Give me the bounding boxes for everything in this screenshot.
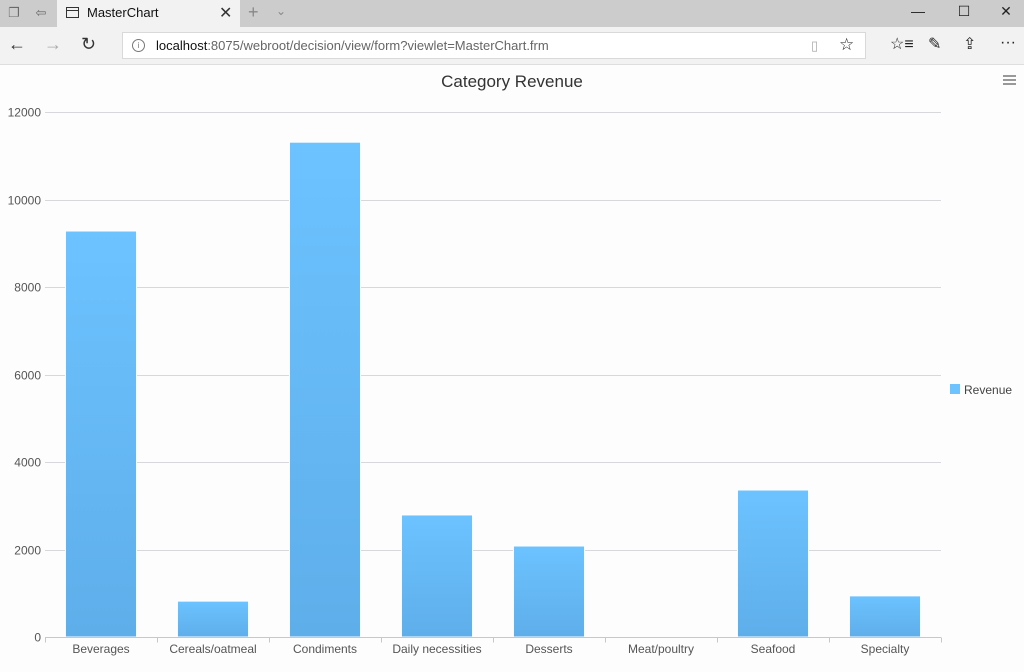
- tab-masterchart[interactable]: MasterChart ✕: [57, 0, 240, 27]
- x-tick-label: Daily necessities: [392, 642, 481, 656]
- new-tab-icon[interactable]: +: [248, 2, 259, 23]
- close-icon[interactable]: ✕: [219, 3, 232, 23]
- x-tick-label: Seafood: [751, 642, 796, 656]
- bar[interactable]: [512, 545, 586, 638]
- tab-dropdown-icon[interactable]: ⌄: [276, 4, 286, 18]
- favorites-hub-icon[interactable]: ☆≡: [890, 34, 914, 54]
- maximize-icon[interactable]: ☐: [954, 3, 974, 20]
- info-icon[interactable]: i: [132, 39, 145, 52]
- x-tick-label: Meat/poultry: [628, 642, 694, 656]
- bar-chart: Category Revenue 0 2000 4000 6000 8000 10000 1…: [8, 72, 1013, 656]
- x-tick-label: Desserts: [525, 642, 572, 656]
- set-aside-tabs-icon[interactable]: ⇦: [33, 6, 49, 20]
- web-note-icon[interactable]: ✎: [928, 34, 941, 54]
- favorite-star-icon[interactable]: ☆: [839, 35, 854, 55]
- y-tick-label: 4000: [14, 456, 41, 470]
- legend-swatch: [950, 384, 960, 394]
- bar[interactable]: [400, 514, 474, 638]
- chart-menu-icon[interactable]: [1003, 75, 1016, 87]
- window-close-icon[interactable]: ✕: [996, 3, 1016, 20]
- bar[interactable]: [848, 595, 922, 638]
- back-icon[interactable]: ←: [8, 34, 26, 55]
- y-tick-label: 6000: [14, 369, 41, 383]
- x-tick-label: Cereals/oatmeal: [169, 642, 256, 656]
- x-tick-label: Specialty: [861, 642, 910, 656]
- y-tick-label: 0: [34, 631, 41, 645]
- bar[interactable]: [176, 600, 250, 638]
- reading-view-icon[interactable]: ▯: [811, 38, 818, 54]
- tab-manager-icon[interactable]: ❐: [6, 6, 22, 20]
- minimize-icon[interactable]: —: [908, 3, 928, 19]
- y-tick-label: 8000: [14, 281, 41, 295]
- bar[interactable]: [64, 230, 138, 638]
- share-icon[interactable]: ⇪: [963, 34, 976, 54]
- page-icon: [66, 7, 79, 18]
- chart-container: Category Revenue 0 2000 4000 6000 8000 10000 1…: [0, 65, 1024, 667]
- url-text[interactable]: localhost:8075/webroot/decision/view/for…: [156, 38, 549, 53]
- y-tick-label: 2000: [14, 544, 41, 558]
- more-icon[interactable]: ···: [1000, 34, 1016, 52]
- forward-icon[interactable]: →: [44, 34, 62, 55]
- navigation-bar: ← → ↻ i localhost:8075/webroot/decision/…: [0, 27, 1024, 65]
- legend-label: Revenue: [964, 383, 1012, 397]
- tab-title: MasterChart: [87, 5, 159, 20]
- chart-title: Category Revenue: [441, 72, 583, 91]
- refresh-icon[interactable]: ↻: [81, 34, 96, 55]
- x-tick-label: Condiments: [293, 642, 357, 656]
- y-tick-label: 12000: [8, 106, 42, 120]
- bar[interactable]: [736, 489, 810, 638]
- y-tick-label: 10000: [8, 194, 42, 208]
- address-bar[interactable]: i localhost:8075/webroot/decision/view/f…: [122, 32, 866, 59]
- url-path: :8075/webroot/decision/view/form?viewlet…: [207, 38, 549, 53]
- x-tick-label: Beverages: [72, 642, 129, 656]
- url-host: localhost: [156, 38, 208, 53]
- legend-item[interactable]: Revenue: [950, 383, 1012, 397]
- tab-bar: ❐ ⇦ MasterChart ✕ + ⌄ — ☐ ✕: [0, 0, 1024, 27]
- bar[interactable]: [288, 141, 362, 638]
